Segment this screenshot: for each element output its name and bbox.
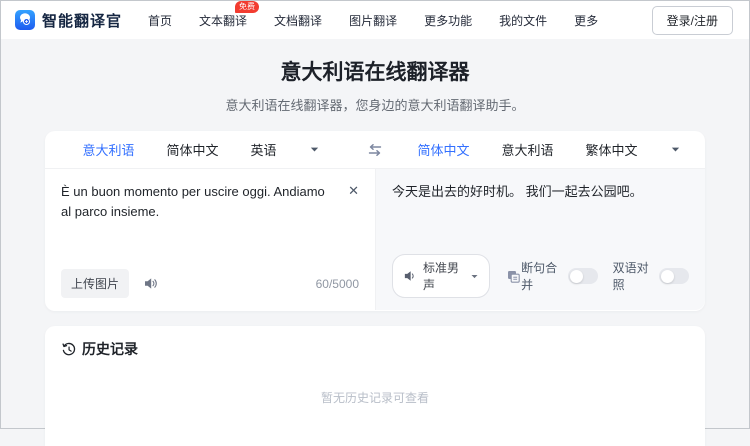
source-tab-english[interactable]: 英语 <box>251 140 277 159</box>
target-language-tabs: 简体中文 意大利语 繁体中文 <box>393 140 705 159</box>
voice-label: 标准男声 <box>423 259 464 293</box>
login-register-button[interactable]: 登录/注册 <box>652 6 733 35</box>
top-nav: 智能翻译官 首页 文本翻译 免费 文档翻译 图片翻译 更多功能 我的文件 更多 … <box>1 1 749 39</box>
translator-card: 意大利语 简体中文 英语 简体中文 意大利语 繁体中文 È un bu <box>45 131 705 311</box>
bilingual-compare-toggle-group: 双语对照 <box>613 259 689 293</box>
bilingual-compare-label: 双语对照 <box>613 259 653 293</box>
clear-input-icon[interactable]: ✕ <box>348 182 359 200</box>
menu-item-doc-translate[interactable]: 文档翻译 <box>274 12 322 29</box>
menu-item-home[interactable]: 首页 <box>148 12 172 29</box>
source-tab-italian[interactable]: 意大利语 <box>82 140 134 159</box>
logo-icon <box>15 10 35 30</box>
swap-languages-icon[interactable] <box>357 142 393 158</box>
source-tab-simplified-chinese[interactable]: 简体中文 <box>166 140 218 159</box>
menu-item-more[interactable]: 更多 <box>574 12 598 29</box>
page-subtitle: 意大利语在线翻译器，您身边的意大利语翻译助手。 <box>1 97 749 114</box>
menu-item-image-translate[interactable]: 图片翻译 <box>349 12 397 29</box>
history-title: 历史记录 <box>82 339 138 359</box>
history-header: 历史记录 <box>61 339 689 359</box>
main-menu: 首页 文本翻译 免费 文档翻译 图片翻译 更多功能 我的文件 更多 <box>148 12 598 29</box>
logo-text: 智能翻译官 <box>42 10 122 31</box>
target-tab-traditional-chinese[interactable]: 繁体中文 <box>586 140 638 159</box>
voice-chevron-down-icon <box>470 272 479 281</box>
copy-result-icon[interactable] <box>506 269 521 284</box>
source-toolbar: 上传图片 60/5000 <box>61 269 359 298</box>
logo[interactable]: 智能翻译官 <box>15 10 122 31</box>
language-tab-row: 意大利语 简体中文 英语 简体中文 意大利语 繁体中文 <box>45 131 705 169</box>
history-clock-icon <box>61 342 76 357</box>
history-card: 历史记录 暂无历史记录可查看 <box>45 326 705 446</box>
menu-item-text-translate[interactable]: 文本翻译 免费 <box>199 12 247 29</box>
sentence-merge-label: 断句合并 <box>521 259 561 293</box>
source-panel: È un buon momento per uscire oggi. Andia… <box>45 169 375 310</box>
voice-select-dropdown[interactable]: 标准男声 <box>392 254 490 298</box>
hero: 意大利语在线翻译器 意大利语在线翻译器，您身边的意大利语翻译助手。 <box>1 39 749 114</box>
output-toggles: 断句合并 双语对照 <box>521 259 689 293</box>
char-count: 60/5000 <box>316 277 359 291</box>
sentence-merge-toggle[interactable] <box>568 268 598 284</box>
target-speaker-icon <box>403 269 417 283</box>
translator-panels: È un buon momento per uscire oggi. Andia… <box>45 169 705 310</box>
source-speaker-icon[interactable] <box>143 276 158 291</box>
target-toolbar: 标准男声 断句合并 <box>392 254 689 298</box>
target-tab-italian[interactable]: 意大利语 <box>501 140 553 159</box>
target-tab-simplified-chinese[interactable]: 简体中文 <box>417 140 469 159</box>
free-badge: 免费 <box>235 1 259 13</box>
bilingual-compare-toggle[interactable] <box>659 268 689 284</box>
source-language-tabs: 意大利语 简体中文 英语 <box>45 140 357 159</box>
target-language-chevron-down-icon[interactable] <box>670 144 681 155</box>
target-text-output: 今天是出去的好时机。 我们一起去公园吧。 <box>392 182 689 254</box>
target-panel: 今天是出去的好时机。 我们一起去公园吧。 标准男声 <box>375 169 705 310</box>
upload-image-button[interactable]: 上传图片 <box>61 269 129 298</box>
menu-item-my-files[interactable]: 我的文件 <box>499 12 547 29</box>
source-text-input[interactable]: È un buon momento per uscire oggi. Andia… <box>61 182 348 222</box>
history-empty-text: 暂无历史记录可查看 <box>61 389 689 406</box>
source-language-chevron-down-icon[interactable] <box>309 144 320 155</box>
sentence-merge-toggle-group: 断句合并 <box>521 259 597 293</box>
page-title: 意大利语在线翻译器 <box>1 60 749 86</box>
menu-item-more-features[interactable]: 更多功能 <box>424 12 472 29</box>
